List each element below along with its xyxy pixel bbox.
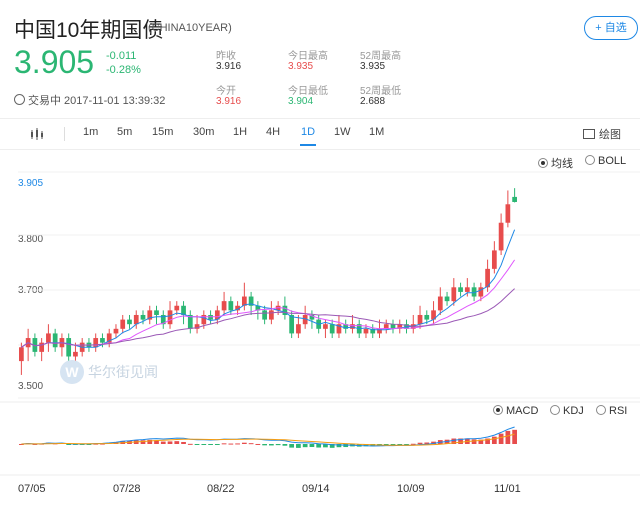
candle-body	[498, 222, 504, 251]
candle-body	[167, 310, 173, 325]
candle-body	[140, 314, 146, 320]
candle-body	[491, 250, 497, 269]
candle-body	[444, 296, 450, 302]
candle-body	[505, 204, 511, 223]
macd-bar	[309, 444, 315, 448]
macd-bar	[167, 441, 173, 444]
macd-bar	[275, 444, 281, 446]
macd-bar	[248, 443, 254, 445]
macd-bar	[498, 433, 504, 444]
macd-bar	[214, 444, 220, 445]
candle-body	[417, 314, 423, 325]
candle-body	[93, 338, 99, 348]
macd-bar	[296, 444, 301, 448]
watermark-logo: W	[60, 360, 84, 384]
price-chart[interactable]	[0, 0, 640, 507]
macd-bar	[160, 441, 166, 444]
candle-body	[269, 310, 274, 320]
candle-body	[262, 310, 267, 320]
macd-bar	[208, 444, 213, 445]
candle-body	[458, 287, 463, 292]
macd-bar	[235, 443, 240, 445]
candle-body	[154, 310, 159, 315]
candle-body	[464, 287, 470, 292]
macd-bar	[471, 439, 477, 444]
macd-bar	[316, 444, 322, 448]
candle-body	[437, 296, 443, 311]
macd-bar	[221, 443, 227, 445]
macd-bar	[181, 441, 186, 444]
candle-body	[133, 314, 139, 325]
macd-bar	[302, 444, 308, 448]
macd-bar	[512, 429, 517, 444]
candle-body	[120, 319, 126, 329]
candle-body	[19, 347, 24, 362]
macd-bar	[201, 444, 207, 445]
macd-bar	[174, 441, 180, 444]
watermark: W 华尔街见闻	[60, 360, 158, 384]
candle-body	[323, 324, 328, 329]
candle-body	[127, 319, 132, 325]
candle-body	[66, 338, 72, 357]
candle-body	[363, 328, 369, 334]
macd-bar	[282, 444, 288, 446]
candle-body	[451, 287, 457, 302]
candle-body	[221, 301, 227, 311]
macd-bar	[241, 442, 247, 444]
candle-body	[424, 314, 430, 320]
macd-bar	[194, 444, 200, 445]
macd-bar	[262, 444, 267, 446]
candle-body	[100, 338, 105, 343]
macd-bar	[228, 443, 234, 445]
macd-bar	[140, 440, 146, 444]
candle-body	[289, 314, 295, 334]
candle-body	[73, 351, 78, 357]
candle-body	[52, 333, 58, 348]
macd-bar	[505, 430, 511, 444]
macd-bar	[187, 443, 193, 445]
candle-body	[329, 324, 335, 334]
macd-bar	[289, 444, 295, 448]
candle-body	[512, 196, 517, 202]
macd-bar	[255, 443, 261, 445]
candle-body	[174, 305, 180, 311]
candle-body	[46, 333, 51, 343]
macd-bar	[269, 444, 274, 446]
macd-bar	[491, 436, 497, 444]
watermark-text: 华尔街见闻	[88, 365, 158, 381]
candle-body	[296, 324, 301, 334]
macd-bar	[417, 442, 423, 444]
candle-body	[228, 301, 234, 311]
candle-body	[113, 328, 119, 334]
